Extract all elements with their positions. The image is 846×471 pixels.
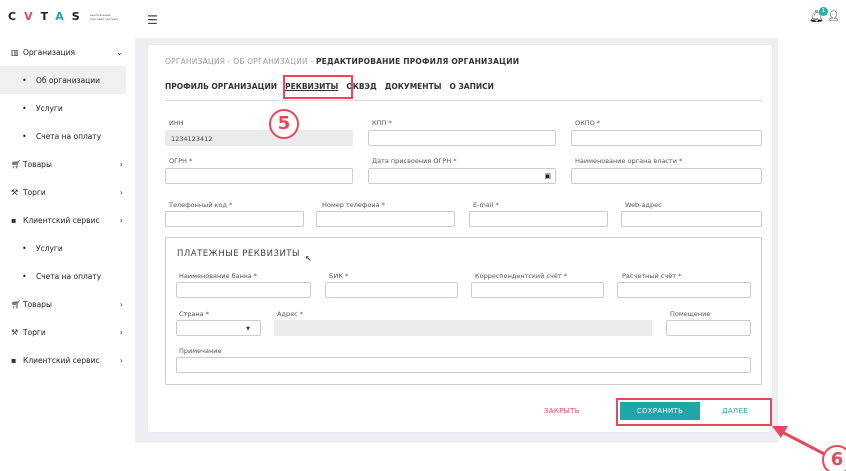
country-select[interactable]: ▼ [176, 320, 261, 336]
chevron-right-icon: › [119, 187, 123, 197]
okpo-label: ОКПО * [575, 119, 601, 127]
tabs-divider [165, 100, 762, 101]
chevron-down-icon: ⌄ [116, 47, 123, 57]
highlight-save-next [616, 398, 772, 426]
breadcrumb: ОРГАНИЗАЦИЯ - ОБ ОРГАНИЗАЦИИ - РЕДАКТИРО… [165, 57, 520, 66]
building-icon: ▥ [11, 47, 19, 57]
cart-icon: 🛒︎ [11, 299, 22, 309]
bik-label: БИК * [329, 272, 349, 280]
ogrn-date-field[interactable]: ▣ [368, 168, 556, 184]
kpp-field[interactable] [368, 130, 556, 146]
sidebar-item-client-service[interactable]: ▪ Клиентский сервис › [0, 206, 135, 234]
tab-about-record[interactable]: О ЗАПИСИ [449, 82, 493, 91]
bank-field[interactable] [176, 282, 311, 298]
chat-icon: ▪ [11, 215, 17, 225]
note-label: Примечание [179, 347, 222, 355]
sidebar-item-about[interactable]: • Об организации [0, 66, 126, 94]
sidebar-item-organization[interactable]: ▥ Организация ⌄ [0, 38, 135, 66]
profile-card: ОРГАНИЗАЦИЯ - ОБ ОРГАНИЗАЦИИ - РЕДАКТИРО… [148, 45, 772, 432]
breadcrumb-about[interactable]: ОБ ОРГАНИЗАЦИИ [233, 57, 308, 66]
address-label: Адрес * [277, 310, 303, 318]
email-label: E-mail * [473, 201, 499, 209]
web-field[interactable] [621, 211, 762, 227]
room-field[interactable] [666, 320, 751, 336]
email-field[interactable] [469, 211, 608, 227]
sidebar-item-services-2[interactable]: • Услуги [0, 234, 135, 262]
okpo-field[interactable] [571, 130, 762, 146]
ogrn-date-label: Дата присвоения ОГРН * [372, 157, 457, 165]
sidebar-item-client-service-2[interactable]: ▪ Клиентский сервис › [0, 346, 135, 374]
sidebar-item-invoices-2[interactable]: • Счета на оплату [0, 262, 135, 290]
note-field[interactable] [176, 357, 751, 373]
kpp-label: КПП * [372, 119, 392, 127]
bik-field[interactable] [325, 282, 458, 298]
sidebar: CVTAS центральная торговая система ▥ Орг… [0, 0, 135, 471]
corr-account-label: Корреспондентский счёт * [475, 272, 567, 280]
phone-code-field[interactable] [165, 211, 304, 227]
logo-subtitle: центральная торговая система [89, 12, 118, 21]
user-icon[interactable]: 👤︎ [827, 11, 840, 22]
authority-field[interactable] [571, 168, 762, 184]
tab-profile[interactable]: ПРОФИЛЬ ОРГАНИЗАЦИИ [165, 82, 277, 91]
highlight-requisites-tab [283, 75, 353, 99]
phone-code-label: Телефонный код * [169, 201, 233, 209]
country-label: Страна * [179, 310, 209, 318]
sidebar-item-services[interactable]: • Услуги [0, 94, 135, 122]
address-field [274, 320, 652, 336]
chevron-right-icon: › [119, 215, 123, 225]
chevron-right-icon: › [119, 299, 123, 309]
mouse-cursor-icon: ↖ [305, 254, 312, 263]
chevron-right-icon: › [119, 159, 123, 169]
sidebar-item-goods-2[interactable]: 🛒︎ Товары › [0, 290, 135, 318]
menu-icon[interactable]: ☰ [147, 13, 158, 27]
app-root: CVTAS центральная торговая система ▥ Орг… [0, 0, 846, 471]
tab-documents[interactable]: ДОКУМЕНТЫ [385, 82, 442, 91]
payment-section: ПЛАТЕЖНЫЕ РЕКВИЗИТЫ Наименование банка *… [165, 237, 762, 385]
sidebar-item-auctions-2[interactable]: ⚒ Торги › [0, 318, 135, 346]
sidebar-item-auctions[interactable]: ⚒ Торги › [0, 178, 135, 206]
caret-down-icon: ▼ [246, 326, 250, 332]
ogrn-field[interactable] [165, 168, 353, 184]
ogrn-label: ОГРН * [169, 157, 193, 165]
room-label: Помещение [670, 310, 711, 318]
calendar-icon[interactable]: ▣ [544, 172, 551, 180]
top-header: ☰ 🔔︎ 1 👤︎ [135, 0, 846, 38]
corr-account-field[interactable] [471, 282, 604, 298]
logo-letters: CVTAS [8, 10, 88, 23]
logo: CVTAS центральная торговая система [8, 10, 122, 23]
payment-title: ПЛАТЕЖНЫЕ РЕКВИЗИТЫ [177, 249, 301, 259]
step-6-callout: 6 [822, 445, 846, 471]
phone-label: Номер телефона * [322, 201, 385, 209]
sidebar-item-invoices[interactable]: • Счета на оплату [0, 122, 135, 150]
step-5-callout: 5 [269, 109, 299, 139]
web-label: Web-адрес [625, 201, 662, 209]
phone-field[interactable] [316, 211, 455, 227]
authority-label: Наименование органа власти * [575, 157, 683, 165]
chevron-right-icon: › [119, 355, 123, 365]
account-label: Расчетный счёт * [622, 272, 682, 280]
inn-label: ИНН [169, 119, 184, 127]
gavel-icon: ⚒ [11, 187, 19, 197]
breadcrumb-organization[interactable]: ОРГАНИЗАЦИЯ [165, 57, 225, 66]
close-button[interactable]: ЗАКРЫТЬ [544, 407, 580, 415]
bank-label: Наименование банка * [179, 272, 258, 280]
cart-icon: 🛒︎ [11, 159, 22, 169]
sidebar-nav: ▥ Организация ⌄ • Об организации • Услуг… [0, 38, 135, 374]
gavel-icon: ⚒ [11, 327, 19, 337]
breadcrumb-current: РЕДАКТИРОВАНИЕ ПРОФИЛЯ ОРГАНИЗАЦИИ [315, 57, 520, 66]
chevron-right-icon: › [119, 327, 123, 337]
chat-icon: ▪ [11, 355, 17, 365]
inn-field: 1234123412 [165, 130, 353, 146]
sidebar-item-goods[interactable]: 🛒︎ Товары › [0, 150, 135, 178]
account-field[interactable] [617, 282, 751, 298]
